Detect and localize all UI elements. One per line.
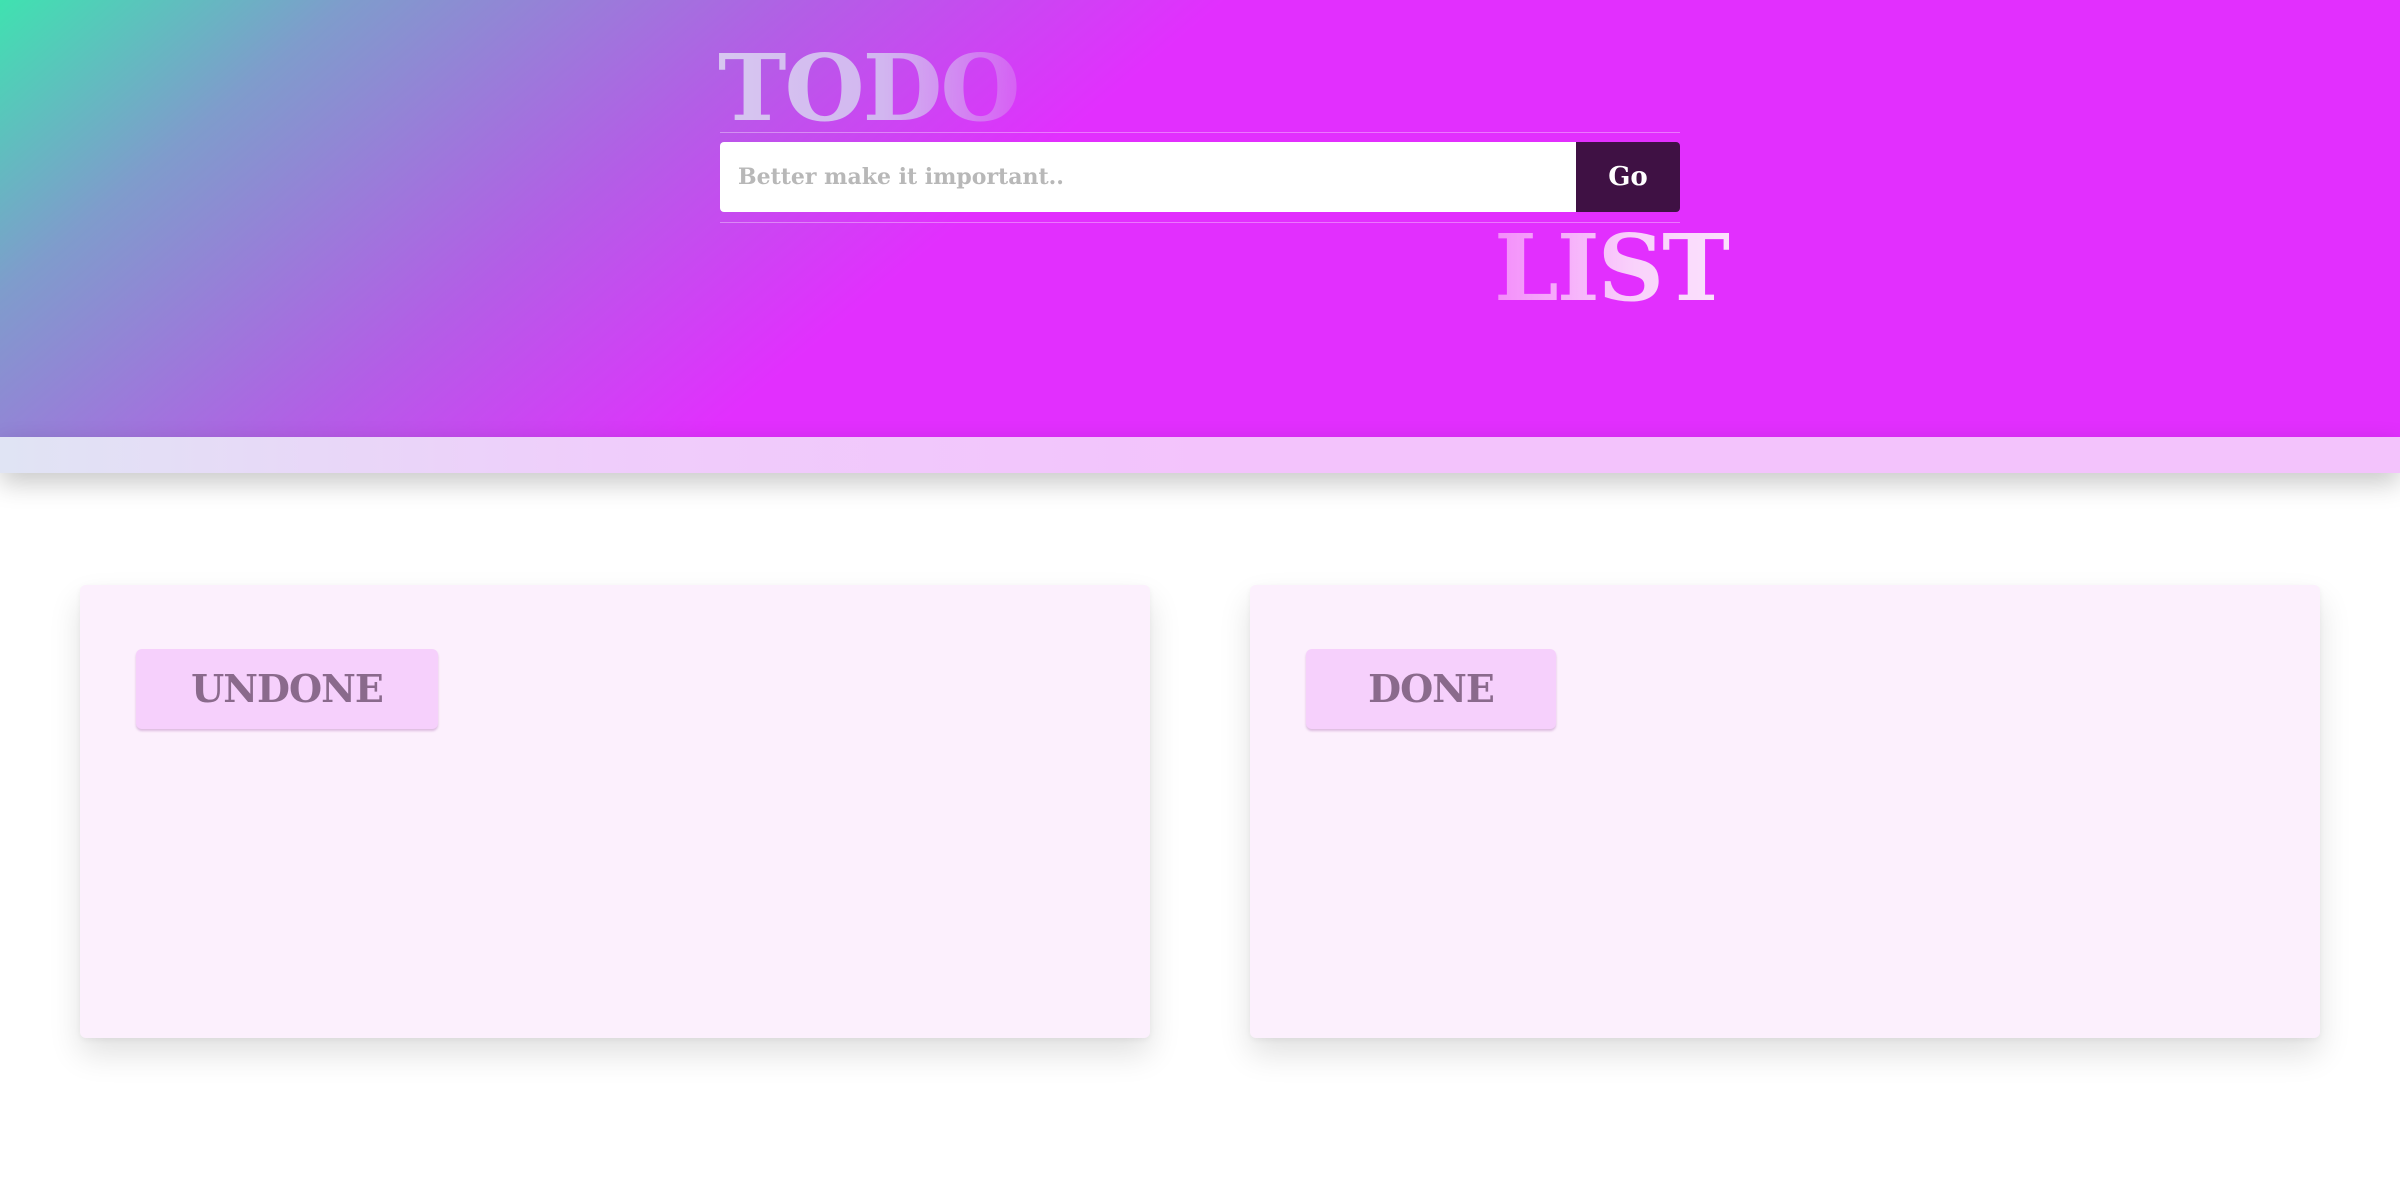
header-strip — [0, 437, 2400, 473]
header-banner — [0, 0, 2400, 437]
done-list-panel: DONE — [1250, 585, 2320, 1038]
add-task-form: Go — [720, 142, 1680, 212]
title-list: LIST — [1494, 214, 1731, 322]
undone-label: UNDONE — [136, 649, 438, 729]
undone-list-panel: UNDONE — [80, 585, 1150, 1038]
divider-top — [720, 132, 1680, 133]
done-label: DONE — [1306, 649, 1556, 729]
task-input[interactable] — [720, 142, 1576, 212]
title-todo: TODO — [718, 34, 1021, 142]
go-button[interactable]: Go — [1576, 142, 1680, 212]
